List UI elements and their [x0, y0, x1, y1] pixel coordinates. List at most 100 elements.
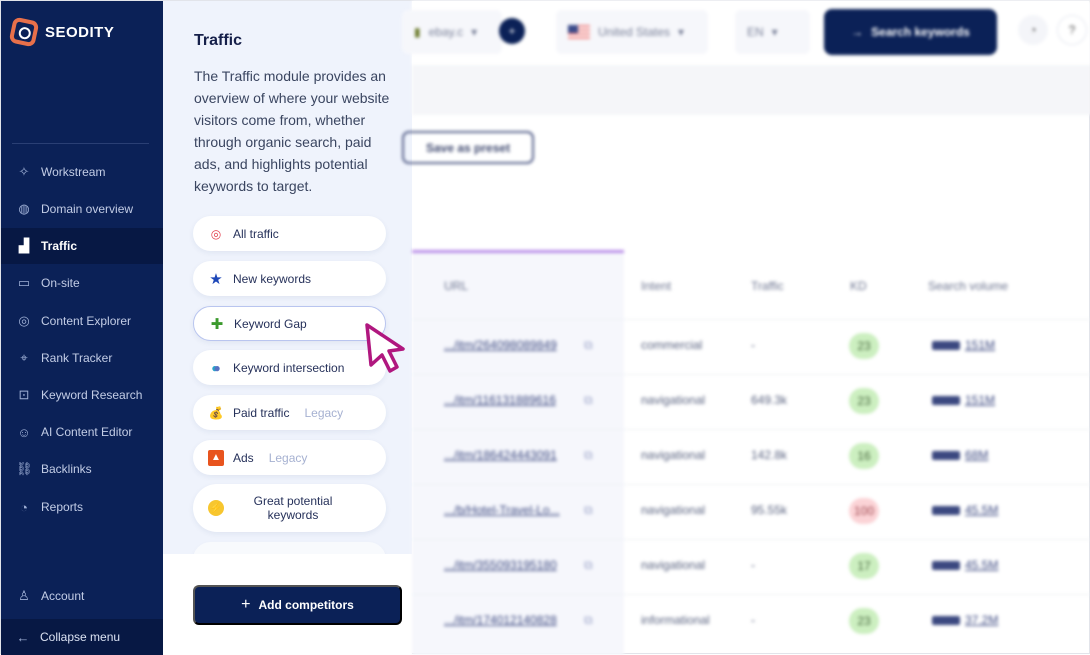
brand-name: SEODITY: [45, 23, 115, 41]
domain-favicon: ▮: [414, 25, 421, 39]
menu-item-new-keywords[interactable]: ★ New keywords: [193, 261, 386, 296]
search-volume-link[interactable]: 45.5M: [965, 558, 998, 572]
panel-title: Traffic: [194, 32, 243, 49]
help-icon[interactable]: ?: [1057, 15, 1087, 45]
domain-selector[interactable]: ▮ ebay.c ▾: [402, 10, 502, 54]
search-keywords-button[interactable]: → Search keywords: [824, 9, 997, 55]
collapse-label: Collapse menu: [40, 630, 121, 644]
country-value: United States: [598, 25, 671, 39]
add-domain-button[interactable]: +: [499, 18, 525, 44]
sidebar-item-label: Keyword Research: [41, 388, 143, 402]
crosshair-icon: ⌖: [20, 350, 28, 365]
traffic-cell: 649.3k: [751, 393, 788, 407]
external-link-icon[interactable]: ⧉: [584, 448, 593, 463]
sidebar-item-label: Reports: [41, 500, 84, 514]
sidebar-item-label: Rank Tracker: [41, 351, 113, 365]
menu-item-ads[interactable]: ▲ Ads Legacy: [193, 440, 386, 475]
logo-icon: [8, 16, 40, 48]
table-row: .../itm/355093195180 ⧉ navigational - 17…: [412, 539, 1090, 594]
divider: [12, 143, 149, 144]
image-icon: ▲: [208, 449, 224, 466]
menu-item-keyword-intersection[interactable]: ● ● Keyword intersection: [193, 350, 386, 385]
url-link[interactable]: .../itm/355093195180: [444, 558, 557, 572]
column-header-url[interactable]: URL: [444, 279, 468, 293]
sidebar-item-traffic[interactable]: ▟ Traffic: [1, 228, 163, 264]
collapse-menu-button[interactable]: ← Collapse menu: [1, 619, 163, 655]
target-icon: ◎: [210, 226, 222, 241]
kd-badge: 16: [849, 443, 879, 469]
sidebar-item-rank-tracker[interactable]: ⌖ Rank Tracker: [1, 340, 163, 376]
domain-value: ebay.c: [428, 25, 464, 39]
chevron-down-icon: ▾: [471, 25, 478, 39]
active-tab-indicator: [412, 250, 624, 253]
column-header-kd[interactable]: KD: [850, 279, 867, 293]
add-competitors-button[interactable]: + Add competitors: [193, 585, 402, 625]
column-header-search-volume[interactable]: Search volume: [928, 279, 1008, 293]
external-link-icon[interactable]: ⧉: [584, 338, 593, 353]
external-link-icon[interactable]: ⧉: [584, 393, 593, 408]
external-link-icon[interactable]: ⧉: [584, 503, 593, 518]
sidebar-item-content-explorer[interactable]: ◎ Content Explorer: [1, 303, 163, 339]
url-link[interactable]: .../b/Hotel-Travel-Lo...: [444, 503, 560, 517]
sidebar-item-domain-overview[interactable]: ◍ Domain overview: [1, 191, 163, 227]
sidebar-item-backlinks[interactable]: ⛓ Backlinks: [1, 451, 163, 487]
url-link[interactable]: .../itm/174012140828: [444, 613, 557, 627]
logo[interactable]: SEODITY: [8, 16, 115, 48]
search-volume-link[interactable]: 37.2M: [965, 613, 998, 627]
menu-item-all-traffic[interactable]: ◎ All traffic: [193, 216, 386, 251]
table-row: .../itm/174012140828 ⧉ informational - 2…: [412, 594, 1090, 649]
external-link-icon[interactable]: ⧉: [584, 558, 593, 573]
trend-sparkline: [932, 341, 960, 350]
menu-item-paid-traffic[interactable]: 💰 Paid traffic Legacy: [193, 395, 386, 430]
star-icon: ★: [209, 270, 223, 288]
explore-icon: ◎: [18, 313, 30, 328]
sidebar-item-keyword-research[interactable]: ⊡ Keyword Research: [1, 377, 163, 413]
sidebar-item-account[interactable]: ♙ Account: [1, 578, 163, 614]
external-link-icon[interactable]: ⧉: [584, 613, 593, 628]
us-flag-icon: [568, 24, 590, 40]
main-content: ▮ ebay.c ▾ + United States ▾ EN ▾ → Search ke…: [402, 1, 1090, 655]
search-volume-link[interactable]: 151M: [965, 393, 995, 407]
trend-sparkline: [932, 396, 960, 405]
url-link[interactable]: .../itm/264098089849: [444, 338, 557, 352]
puzzle-icon: ✚: [210, 315, 224, 333]
country-selector[interactable]: United States ▾: [556, 10, 708, 54]
search-volume-link[interactable]: 68M: [965, 448, 988, 462]
save-as-preset-button[interactable]: Save as preset: [402, 131, 534, 164]
user-icon: ♙: [18, 588, 30, 603]
trend-sparkline: [932, 451, 960, 460]
menu-item-keyword-gap[interactable]: ✚ Keyword Gap: [193, 306, 386, 341]
search-volume-link[interactable]: 45.5M: [965, 503, 998, 517]
url-link[interactable]: .../itm/116131889616: [444, 393, 556, 407]
credits-icon[interactable]: ◔: [1018, 15, 1048, 45]
sidebar-item-workstream[interactable]: ✧ Workstream: [1, 154, 163, 190]
url-link[interactable]: .../itm/186424443091: [444, 448, 557, 462]
table-row: .../itm/116131889616 ⧉ navigational 649.…: [412, 374, 1090, 429]
intent-cell: informational: [641, 613, 710, 627]
sidebar-item-ai-content-editor[interactable]: ☺ AI Content Editor: [1, 414, 163, 450]
legacy-tag: Legacy: [268, 450, 308, 465]
column-header-intent[interactable]: Intent: [641, 279, 671, 293]
chevron-down-icon: ▾: [678, 25, 685, 39]
sparkle-icon: ✧: [18, 164, 30, 179]
arrow-right-icon: →: [851, 25, 864, 39]
menu-item-great-potential-keywords[interactable]: ⚡ Great potential keywords: [193, 484, 386, 532]
intent-cell: navigational: [641, 558, 706, 572]
sidebar-item-label: Traffic: [41, 239, 78, 253]
traffic-cell: -: [751, 613, 755, 627]
chevron-down-icon: ▾: [771, 25, 778, 39]
intersection-icon: ● ●: [211, 360, 221, 375]
chart-icon: ▟: [19, 238, 29, 253]
robot-icon: ☺: [17, 424, 31, 440]
search-volume-link[interactable]: 151M: [965, 338, 995, 352]
table-row: .../itm/264098089849 ⧉ commercial - 23 1…: [412, 319, 1090, 374]
traffic-cell: -: [751, 338, 755, 352]
menu-item-label: Ads: [233, 450, 254, 465]
intent-cell: navigational: [641, 503, 706, 517]
sidebar-item-reports[interactable]: ◔ Reports: [1, 489, 163, 525]
window-icon: ▭: [17, 275, 31, 290]
column-header-traffic[interactable]: Traffic: [751, 279, 784, 293]
sidebar-item-on-site[interactable]: ▭ On-site: [1, 265, 163, 301]
language-selector[interactable]: EN ▾: [735, 10, 810, 54]
intent-cell: navigational: [641, 393, 706, 407]
